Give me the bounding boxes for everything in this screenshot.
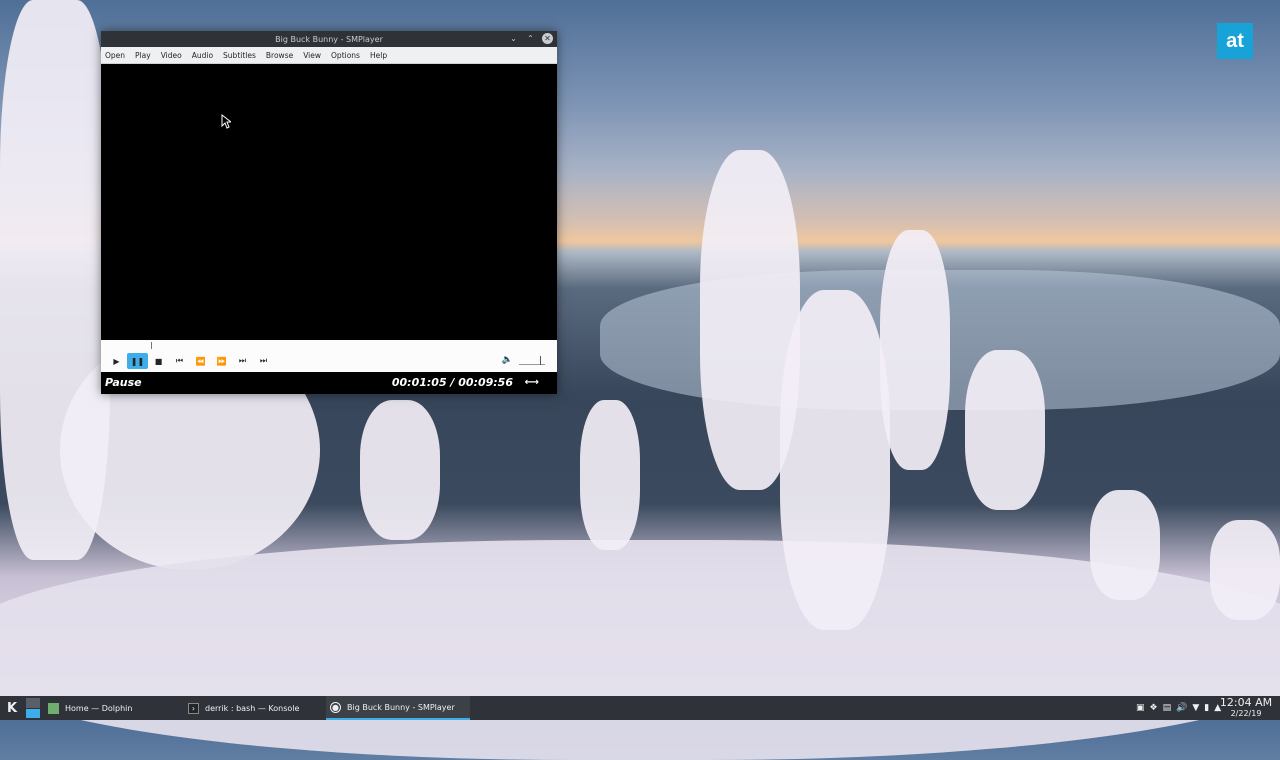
task-konsole[interactable]: › derrik : bash — Konsole — [184, 696, 326, 720]
fast-forward-icon[interactable]: ⏭ — [232, 353, 253, 369]
dropbox-icon[interactable]: ❖ — [1150, 703, 1158, 713]
task-label: derrik : bash — Konsole — [205, 703, 300, 713]
menu-browse[interactable]: Browse — [266, 51, 293, 60]
playback-status: Pause — [105, 375, 142, 389]
skip-back-icon[interactable]: ⏮ — [169, 353, 190, 369]
terminal-icon: › — [188, 702, 199, 714]
menu-open[interactable]: Open — [105, 51, 125, 60]
menu-play[interactable]: Play — [135, 51, 151, 60]
play-icon[interactable]: ▶ — [106, 353, 127, 369]
desktop-1[interactable] — [26, 698, 40, 708]
seek-handle[interactable] — [151, 342, 155, 349]
clock-time: 12:04 AM — [1219, 696, 1273, 709]
desktop-pager[interactable] — [26, 698, 40, 718]
pause-icon[interactable]: ❚❚ — [127, 353, 148, 369]
window-controls: ⌄ ⌃ ✕ — [508, 33, 553, 44]
smplayer-icon: ● — [330, 701, 341, 713]
volume-control: 🔈 — [502, 353, 545, 367]
volume-slider[interactable] — [519, 353, 545, 367]
fullscreen-icon[interactable]: ⟷ — [525, 377, 539, 388]
clock-date: 2/22/19 — [1230, 709, 1262, 718]
clipboard-icon[interactable]: ▤ — [1163, 703, 1172, 713]
forward-icon[interactable]: ⏩ — [211, 353, 232, 369]
mouse-cursor-icon — [221, 114, 231, 129]
stop-icon[interactable]: ■ — [148, 353, 169, 369]
menu-view[interactable]: View — [303, 51, 321, 60]
menu-subtitles[interactable]: Subtitles — [223, 51, 256, 60]
speaker-icon[interactable]: 🔈 — [502, 355, 513, 365]
folder-icon — [48, 702, 59, 714]
window-title: Big Buck Bunny - SMPlayer — [275, 34, 383, 44]
rewind-icon[interactable]: ⏪ — [190, 353, 211, 369]
menu-audio[interactable]: Audio — [192, 51, 213, 60]
smplayer-window: Big Buck Bunny - SMPlayer ⌄ ⌃ ✕ Open Pla… — [101, 31, 557, 394]
minimize-icon[interactable]: ⌄ — [508, 33, 519, 44]
skip-next-icon[interactable]: ⏭ — [253, 353, 274, 369]
battery-icon[interactable]: ▮ — [1204, 703, 1209, 713]
application-launcher-icon[interactable]: K — [0, 696, 24, 720]
kdeconnect-icon[interactable]: ▣ — [1136, 703, 1145, 713]
task-label: Home — Dolphin — [65, 703, 133, 713]
volume-icon[interactable]: 🔊 — [1176, 703, 1187, 713]
video-area[interactable] — [101, 64, 557, 340]
menu-options[interactable]: Options — [331, 51, 360, 60]
maximize-icon[interactable]: ⌃ — [525, 33, 536, 44]
time-display: 00:01:05 / 00:09:56 — [391, 375, 513, 389]
title-bar[interactable]: Big Buck Bunny - SMPlayer ⌄ ⌃ ✕ — [101, 31, 557, 47]
task-label: Big Buck Bunny - SMPlayer — [347, 702, 455, 712]
taskbar: K Home — Dolphin › derrik : bash — Konso… — [0, 696, 1280, 720]
network-icon[interactable]: ▼ — [1192, 703, 1199, 713]
clock[interactable]: 12:04 AM 2/22/19 — [1215, 696, 1277, 720]
status-bar: Pause 00:01:05 / 00:09:56 ⟷ — [101, 372, 557, 392]
desktop-2[interactable] — [26, 708, 40, 718]
task-dolphin[interactable]: Home — Dolphin — [44, 696, 184, 720]
menu-help[interactable]: Help — [370, 51, 387, 60]
menu-bar: Open Play Video Audio Subtitles Browse V… — [101, 47, 557, 64]
task-smplayer[interactable]: ● Big Buck Bunny - SMPlayer — [326, 696, 470, 720]
system-tray: ▣ ❖ ▤ 🔊 ▼ ▮ ▲ — [1136, 696, 1221, 720]
playback-buttons: ▶ ❚❚ ■ ⏮ ⏪ ⏩ ⏭ ⏭ — [106, 353, 274, 369]
seek-bar[interactable] — [107, 342, 551, 349]
close-icon[interactable]: ✕ — [542, 33, 553, 44]
brand-logo: at — [1217, 23, 1253, 59]
menu-video[interactable]: Video — [161, 51, 182, 60]
control-bar: ▶ ❚❚ ■ ⏮ ⏪ ⏩ ⏭ ⏭ 🔈 — [101, 340, 557, 372]
